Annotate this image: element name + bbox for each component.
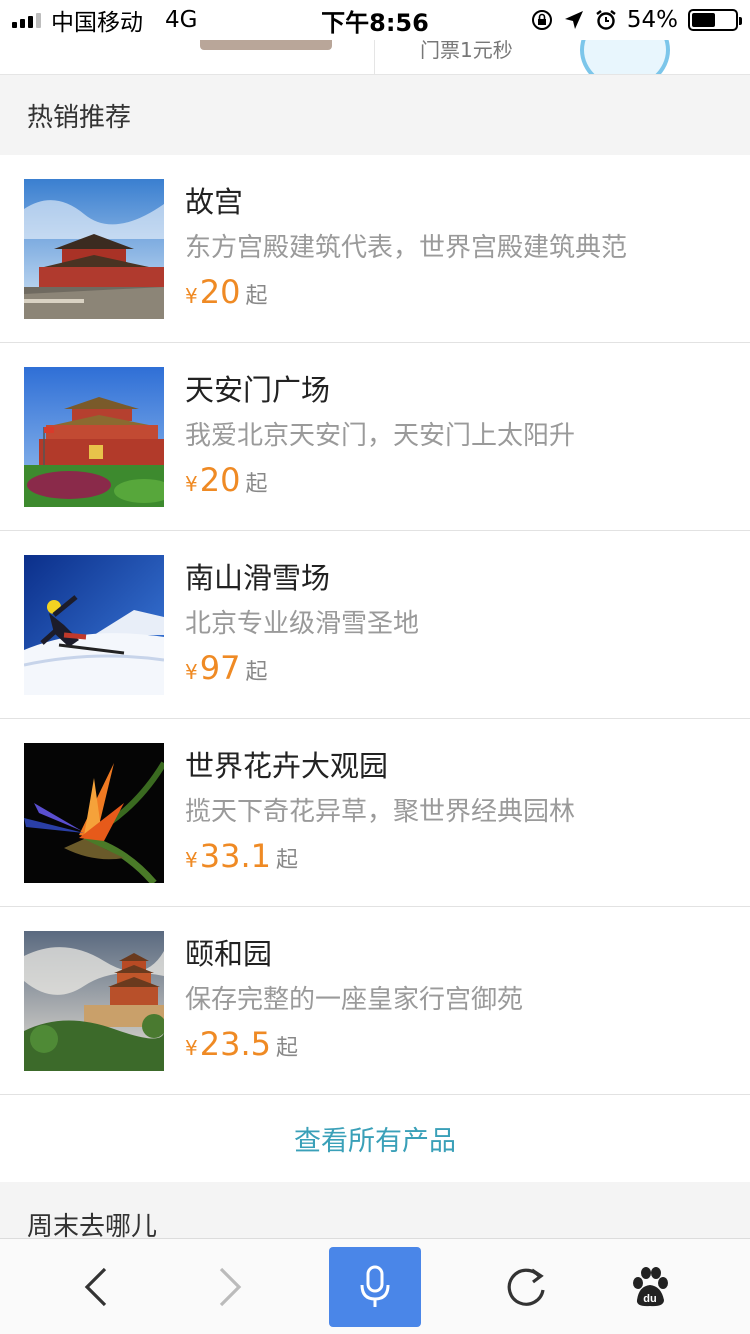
screen: 中国移动 4G 下午8:56 54% 门票1元秒 热销推荐 故宫 东方宫殿建筑代… (0, 0, 750, 1334)
tiananmen-photo (24, 367, 164, 507)
item-price: ¥ 20 起 (185, 273, 267, 311)
item-price: ¥ 20 起 (185, 461, 267, 499)
status-bar: 中国移动 4G 下午8:56 54% (0, 0, 750, 40)
currency-symbol: ¥ (185, 1036, 198, 1060)
price-value: 23.5 (199, 1025, 271, 1063)
item-description: 我爱北京天安门，天安门上太阳升 (185, 421, 576, 451)
price-value: 97 (199, 649, 241, 687)
section-title-hot: 热销推荐 (0, 75, 750, 155)
list-item[interactable]: 故宫 东方宫殿建筑代表，世界宫殿建筑典范 ¥ 20 起 (0, 155, 750, 343)
carrier-name: 中国移动 (51, 10, 143, 36)
battery-icon (688, 9, 742, 31)
currency-symbol: ¥ (185, 660, 198, 684)
currency-symbol: ¥ (185, 472, 198, 496)
rotation-lock-icon (531, 10, 552, 30)
voice-search-button[interactable] (329, 1247, 421, 1327)
partial-promo-text: 门票1元秒 (420, 40, 513, 62)
svg-text:du: du (643, 1293, 656, 1305)
price-suffix: 起 (245, 472, 268, 497)
item-title: 颐和园 (185, 937, 273, 971)
baidu-home-button[interactable]: du (610, 1239, 690, 1334)
location-icon (564, 11, 583, 29)
price-value: 33.1 (199, 837, 271, 875)
refresh-icon (507, 1268, 545, 1306)
price-suffix: 起 (275, 848, 298, 873)
list-item[interactable]: 南山滑雪场 北京专业级滑雪圣地 ¥ 97 起 (0, 531, 750, 719)
item-price: ¥ 23.5 起 (185, 1025, 298, 1063)
forbidden-city-photo (24, 179, 164, 319)
partial-thumbnail-right (580, 40, 670, 74)
list-item[interactable]: 颐和园 保存完整的一座皇家行宫御苑 ¥ 23.5 起 (0, 907, 750, 1095)
list-item[interactable]: 世界花卉大观园 揽天下奇花异草，聚世界经典园林 ¥ 33.1 起 (0, 719, 750, 907)
list-item[interactable]: 天安门广场 我爱北京天安门，天安门上太阳升 ¥ 20 起 (0, 343, 750, 531)
battery-fill (692, 13, 715, 27)
alarm-icon (596, 10, 616, 30)
network-type: 4G (165, 7, 198, 33)
battery-percent: 54% (626, 7, 678, 33)
baidu-paw-icon: du (633, 1267, 668, 1307)
item-price: ¥ 33.1 起 (185, 837, 298, 875)
bird-of-paradise-flower-photo (24, 743, 164, 883)
product-list: 故宫 东方宫殿建筑代表，世界宫殿建筑典范 ¥ 20 起 天安门广场 我爱北京天安… (0, 155, 750, 1095)
price-suffix: 起 (245, 660, 268, 685)
item-description: 东方宫殿建筑代表，世界宫殿建筑典范 (185, 233, 628, 263)
top-partial-strip: 门票1元秒 (0, 40, 750, 75)
partial-thumbnail-left (200, 40, 332, 50)
item-title: 南山滑雪场 (185, 561, 331, 595)
currency-symbol: ¥ (185, 848, 198, 872)
summer-palace-photo (24, 931, 164, 1071)
price-suffix: 起 (245, 284, 268, 309)
bottom-toolbar: du (0, 1238, 750, 1334)
item-price: ¥ 97 起 (185, 649, 267, 687)
item-description: 保存完整的一座皇家行宫御苑 (185, 985, 524, 1015)
back-icon (84, 1267, 107, 1307)
view-all-products-link[interactable]: 查看所有产品 (0, 1095, 750, 1182)
microphone-icon (360, 1265, 390, 1307)
divider (374, 40, 375, 74)
item-title: 故宫 (185, 185, 244, 219)
item-description: 揽天下奇花异草，聚世界经典园林 (185, 797, 576, 827)
item-title: 世界花卉大观园 (185, 749, 389, 783)
item-description: 北京专业级滑雪圣地 (185, 609, 420, 639)
status-right-group: 54% (531, 7, 742, 33)
forward-icon (219, 1267, 242, 1307)
price-value: 20 (199, 273, 241, 311)
signal-icon (12, 12, 41, 28)
refresh-button[interactable] (486, 1239, 566, 1334)
price-value: 20 (199, 461, 241, 499)
price-suffix: 起 (275, 1036, 298, 1061)
forward-button[interactable] (190, 1239, 270, 1334)
back-button[interactable] (56, 1239, 136, 1334)
currency-symbol: ¥ (185, 284, 198, 308)
item-title: 天安门广场 (185, 373, 331, 407)
ski-photo (24, 555, 164, 695)
